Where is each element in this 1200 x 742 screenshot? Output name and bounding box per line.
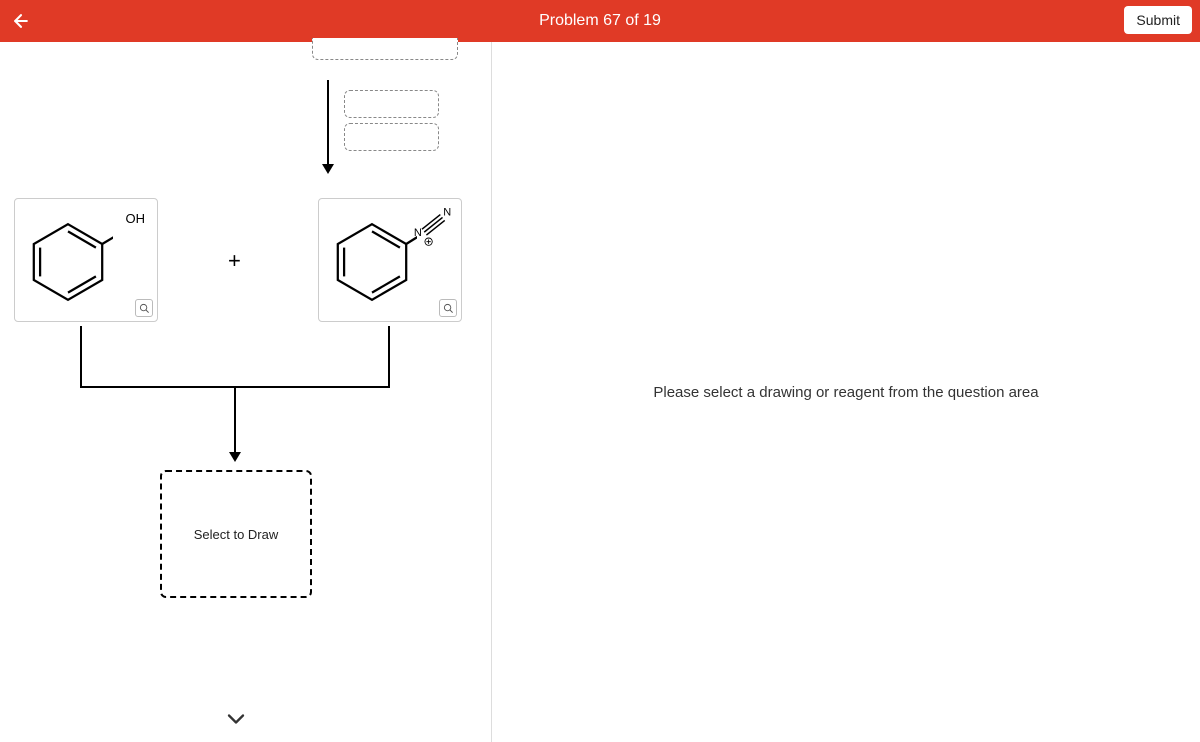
nitrogen-2-label: N (443, 206, 451, 218)
draw-target-label: Select to Draw (194, 527, 279, 542)
page-title: Problem 67 of 19 (539, 12, 661, 30)
scroll-down-button[interactable] (222, 705, 250, 738)
chevron-down-icon (222, 705, 250, 733)
top-dashed-box[interactable] (312, 38, 458, 60)
plus-symbol: + (228, 248, 241, 274)
drawing-panel: Please select a drawing or reagent from … (492, 42, 1200, 742)
topbar: Problem 67 of 19 Submit (0, 0, 1200, 42)
benzene-ring-icon-2 (327, 217, 417, 307)
nitrogen-1-label: N (414, 227, 422, 239)
arrow-left-icon (11, 11, 31, 31)
magnifier-icon (139, 303, 150, 314)
benzene-ring-icon (23, 217, 113, 307)
content-area: OH + N N (0, 42, 1200, 742)
magnifier-icon (443, 303, 454, 314)
draw-product-box[interactable]: Select to Draw (160, 470, 312, 598)
reaction-arrow-2 (234, 386, 236, 460)
molecule-box-phenol[interactable]: OH (14, 198, 158, 322)
question-area: OH + N N (0, 42, 492, 742)
reagent-slot-2[interactable] (344, 123, 439, 151)
back-button[interactable] (0, 0, 42, 42)
merge-line-left (80, 326, 82, 388)
reaction-arrow-1 (327, 80, 329, 172)
zoom-button-1[interactable] (135, 299, 153, 317)
merge-line-right (388, 326, 390, 388)
zoom-button-2[interactable] (439, 299, 457, 317)
diazonium-bond-icon: N N (411, 205, 455, 249)
drawing-panel-placeholder: Please select a drawing or reagent from … (653, 384, 1038, 401)
molecule-box-diazonium[interactable]: N N (318, 198, 462, 322)
submit-button[interactable]: Submit (1124, 6, 1192, 34)
reagent-slot-1[interactable] (344, 90, 439, 118)
hydroxyl-label: OH (126, 211, 146, 226)
submit-label: Submit (1136, 12, 1180, 28)
